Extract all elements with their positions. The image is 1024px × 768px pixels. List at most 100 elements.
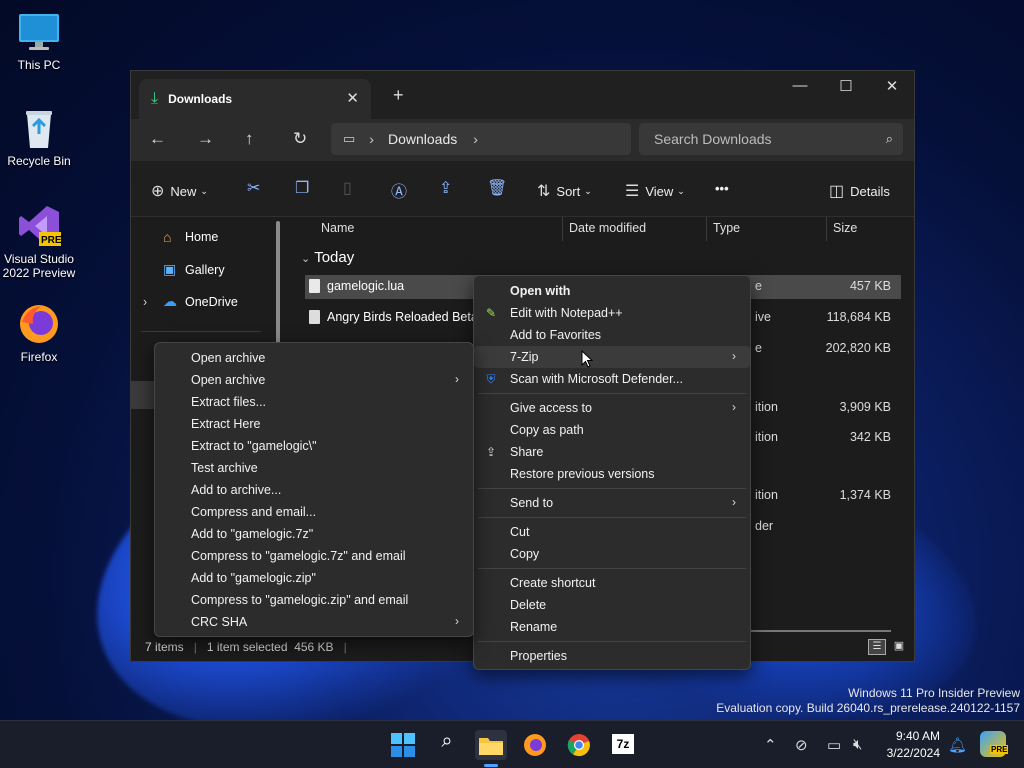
tiles-view-toggle[interactable]: ▣ xyxy=(890,639,908,655)
menu-item-rename[interactable]: Rename xyxy=(474,616,750,638)
menu-item-label: Send to xyxy=(510,496,554,510)
file-icon xyxy=(309,279,320,293)
menu-item-scan-defender[interactable]: ⛨ Scan with Microsoft Defender... xyxy=(474,368,750,390)
desktop-icon-recycle-bin[interactable]: Recycle Bin xyxy=(0,106,78,168)
recycle-bin-icon xyxy=(17,106,61,150)
menu-item-copy-as-path[interactable]: Copy as path xyxy=(474,419,750,441)
submenu-item-add-to-archive[interactable]: Add to archive... xyxy=(155,479,473,501)
breadcrumb-downloads[interactable]: Downloads xyxy=(388,131,457,147)
display-icon[interactable]: ▭ xyxy=(827,736,841,754)
menu-item-delete[interactable]: Delete xyxy=(474,594,750,616)
column-header-size[interactable]: Size xyxy=(833,221,857,235)
clock[interactable]: 9:40 AM 3/22/2024 xyxy=(887,728,940,762)
submenu-item-extract-to[interactable]: Extract to "gamelogic\" xyxy=(155,435,473,457)
rename-icon[interactable]: Ⓐ xyxy=(391,178,407,202)
menu-item-create-shortcut[interactable]: Create shortcut xyxy=(474,572,750,594)
desktop-icon-this-pc[interactable]: This PC xyxy=(0,10,78,72)
submenu-item-compress-email[interactable]: Compress and email... xyxy=(155,501,473,523)
search-icon[interactable]: ⌕ xyxy=(431,730,463,760)
menu-item-properties[interactable]: Properties xyxy=(474,645,750,667)
sidebar-item-label: OneDrive xyxy=(185,294,238,309)
refresh-button[interactable]: ↻ xyxy=(293,129,307,149)
more-options-button[interactable]: ••• xyxy=(715,181,729,196)
7zip-icon[interactable]: 7z xyxy=(607,730,639,760)
chevron-down-icon: ⌄ xyxy=(677,185,685,196)
sidebar-item-home[interactable]: ⌂ Home xyxy=(163,229,218,245)
submenu-item-extract-here[interactable]: Extract Here xyxy=(155,413,473,435)
menu-item-edit-notepadpp[interactable]: ✎ Edit with Notepad++ xyxy=(474,302,750,324)
new-tab-button[interactable]: + xyxy=(393,85,404,106)
details-view-toggle[interactable]: ☰ xyxy=(868,639,886,655)
new-button[interactable]: ⊕ New ⌄ xyxy=(151,181,208,201)
cut-icon[interactable]: ✂ xyxy=(247,178,260,198)
sort-button[interactable]: ⇅ Sort ⌄ xyxy=(537,181,592,201)
menu-item-share[interactable]: ⇪ Share xyxy=(474,441,750,463)
details-pane-button[interactable]: ◫ Details xyxy=(829,181,890,201)
network-offline-icon[interactable]: ⊘ xyxy=(795,736,808,754)
volume-muted-icon[interactable]: 🔇︎ xyxy=(853,736,862,753)
menu-item-cut[interactable]: Cut xyxy=(474,521,750,543)
menu-item-label: Add to Favorites xyxy=(510,328,602,342)
up-button[interactable]: ↑ xyxy=(245,129,254,149)
column-header-type[interactable]: Type xyxy=(713,221,740,235)
address-bar[interactable]: ▭ › Downloads › xyxy=(331,123,631,155)
submenu-item-add-to-zip[interactable]: Add to "gamelogic.zip" xyxy=(155,567,473,589)
copy-icon[interactable]: ❐ xyxy=(295,178,309,198)
new-label: New xyxy=(170,183,197,199)
mouse-cursor-icon xyxy=(581,350,593,368)
notification-bell-icon[interactable]: 🔔︎ xyxy=(948,736,967,754)
menu-item-label: Extract to "gamelogic\" xyxy=(191,439,317,453)
minimize-button[interactable]: — xyxy=(777,77,823,94)
taskbar: ⌕ 7z ⌃ ⊘ ▭ 🔇︎ 9:40 AM 3/22/2024 🔔︎ PRE xyxy=(0,720,1024,768)
copilot-pre-badge: PRE xyxy=(990,745,1009,754)
view-button[interactable]: ☰ View ⌄ xyxy=(625,181,685,201)
paste-icon[interactable]: ▯ xyxy=(343,178,352,198)
menu-item-restore-versions[interactable]: Restore previous versions xyxy=(474,463,750,485)
menu-item-copy[interactable]: Copy xyxy=(474,543,750,565)
chrome-icon[interactable] xyxy=(563,730,595,760)
tab-downloads[interactable]: ⤓ Downloads ✕ xyxy=(139,79,371,119)
show-hidden-icons-chevron-icon[interactable]: ⌃ xyxy=(764,736,777,754)
file-name: gamelogic.lua xyxy=(327,279,405,293)
menu-item-7zip[interactable]: 7-Zip › xyxy=(474,346,750,368)
share-icon[interactable]: ⇪ xyxy=(439,178,452,198)
desktop-icon-label: Firefox xyxy=(20,350,58,364)
submenu-item-compress-zip-email[interactable]: Compress to "gamelogic.zip" and email xyxy=(155,589,473,611)
menu-item-label: 7-Zip xyxy=(510,350,539,364)
menu-item-send-to[interactable]: Send to › xyxy=(474,492,750,514)
submenu-item-crc-sha[interactable]: CRC SHA › xyxy=(155,611,473,633)
forward-button[interactable]: → xyxy=(197,129,214,149)
group-header-today[interactable]: ⌄ Today xyxy=(301,249,354,266)
sidebar-item-onedrive[interactable]: › ☁ OneDrive xyxy=(143,293,238,310)
menu-item-give-access[interactable]: Give access to › xyxy=(474,397,750,419)
start-button[interactable] xyxy=(387,730,419,760)
desktop-icon-label: This PC xyxy=(17,58,61,72)
firefox-icon[interactable] xyxy=(519,730,551,760)
desktop-icon-firefox[interactable]: Firefox xyxy=(0,302,78,364)
copilot-icon[interactable]: PRE xyxy=(980,731,1009,757)
column-header-name[interactable]: Name xyxy=(321,221,354,235)
search-input[interactable]: Search Downloads ⌕ xyxy=(639,123,903,155)
file-type: e xyxy=(755,341,762,355)
submenu-item-extract-files[interactable]: Extract files... xyxy=(155,391,473,413)
menu-item-open-with[interactable]: Open with xyxy=(474,280,750,302)
desktop-icon-visual-studio[interactable]: PRE Visual Studio 2022 Preview xyxy=(0,204,78,280)
submenu-item-add-to-7z[interactable]: Add to "gamelogic.7z" xyxy=(155,523,473,545)
file-explorer-icon[interactable] xyxy=(475,730,507,767)
maximize-button[interactable]: ☐ xyxy=(823,77,869,95)
desktop-icon-label: Recycle Bin xyxy=(7,154,71,168)
close-tab-icon[interactable]: ✕ xyxy=(346,89,359,107)
submenu-item-open-archive[interactable]: Open archive xyxy=(155,347,473,369)
back-button[interactable]: ← xyxy=(149,129,166,149)
submenu-item-open-archive-more[interactable]: Open archive › xyxy=(155,369,473,391)
delete-icon[interactable]: 🗑 xyxy=(487,178,507,198)
cloud-icon: ☁ xyxy=(163,293,177,309)
menu-item-add-favorites[interactable]: Add to Favorites xyxy=(474,324,750,346)
close-window-button[interactable]: ✕ xyxy=(869,77,915,95)
menu-item-label: Compress and email... xyxy=(191,505,317,519)
sidebar-item-gallery[interactable]: ▣ Gallery xyxy=(163,261,225,278)
menu-item-label: Scan with Microsoft Defender... xyxy=(510,372,683,386)
submenu-item-compress-7z-email[interactable]: Compress to "gamelogic.7z" and email xyxy=(155,545,473,567)
column-header-date[interactable]: Date modified xyxy=(569,221,646,235)
submenu-item-test-archive[interactable]: Test archive xyxy=(155,457,473,479)
